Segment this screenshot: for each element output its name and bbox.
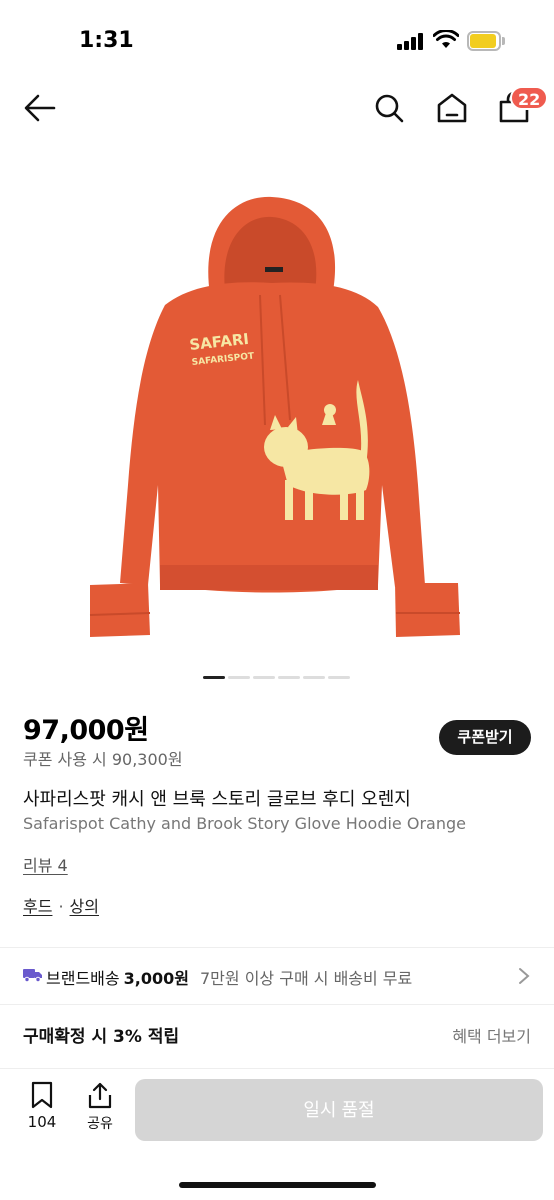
category-link-hood[interactable]: 후드	[23, 897, 52, 916]
shipping-fee: 3,000원	[123, 969, 189, 988]
bookmark-button[interactable]: 104	[20, 1081, 64, 1145]
gallery-dot-3[interactable]	[253, 676, 275, 679]
product-title-en: Safarispot Cathy and Brook Story Glove H…	[23, 814, 466, 833]
battery-icon	[467, 31, 505, 51]
gallery-pagination	[203, 676, 353, 680]
product-title-ko: 사파리스팟 캐시 앤 브룩 스토리 글로브 후디 오렌지	[23, 789, 411, 810]
product-price: 97,000원	[23, 715, 149, 746]
gallery-dot-4[interactable]	[278, 676, 300, 679]
bookmark-count: 104	[27, 1113, 57, 1131]
shipping-label: 브랜드배송 3,000원	[46, 965, 189, 989]
gallery-dot-6[interactable]	[328, 676, 350, 679]
points-row: 구매확정 시 3% 적립 혜택 더보기	[0, 1004, 554, 1062]
category-link-top[interactable]: 상의	[70, 897, 99, 916]
gallery-dot-5[interactable]	[303, 676, 325, 679]
bookmark-icon	[31, 1081, 53, 1109]
truck-icon	[23, 969, 42, 982]
bottom-action-bar: 104 공유 일시 품절	[0, 1068, 554, 1200]
get-coupon-button[interactable]: 쿠폰받기	[439, 720, 531, 755]
points-label: 구매확정 시 3% 적립	[23, 1027, 180, 1047]
wifi-icon	[433, 30, 459, 48]
cellular-signal-icon	[397, 33, 425, 50]
shipping-type: 브랜드배송	[46, 969, 120, 988]
status-time: 1:31	[79, 28, 134, 53]
home-icon[interactable]	[434, 90, 470, 126]
chevron-right-icon	[519, 968, 530, 984]
product-image[interactable]: SAFARI SAFARISPOT	[60, 185, 480, 650]
category-separator: ·	[58, 897, 64, 916]
coupon-price: 쿠폰 사용 시 90,300원	[23, 750, 183, 769]
share-button[interactable]: 공유	[78, 1081, 122, 1145]
home-indicator	[179, 1182, 376, 1188]
share-label: 공유	[87, 1116, 113, 1132]
cart-count-badge: 22	[510, 86, 549, 110]
free-shipping-condition: 7만원 이상 구매 시 배송비 무료	[200, 969, 413, 988]
search-icon[interactable]	[371, 90, 407, 126]
back-arrow-icon[interactable]	[22, 90, 58, 126]
review-link[interactable]: 리뷰 4	[23, 852, 68, 876]
category-breadcrumb: 후드 · 상의	[23, 893, 99, 917]
shipping-info-row[interactable]: 브랜드배송 3,000원 7만원 이상 구매 시 배송비 무료	[0, 948, 554, 1004]
gallery-dot-1[interactable]	[203, 676, 225, 679]
top-nav: 22	[0, 82, 554, 134]
share-icon	[88, 1082, 112, 1109]
status-bar: 1:31	[0, 0, 554, 82]
gallery-dot-2[interactable]	[228, 676, 250, 679]
more-benefits-link[interactable]: 혜택 더보기	[452, 1023, 531, 1047]
soldout-button[interactable]: 일시 품절	[135, 1079, 543, 1141]
